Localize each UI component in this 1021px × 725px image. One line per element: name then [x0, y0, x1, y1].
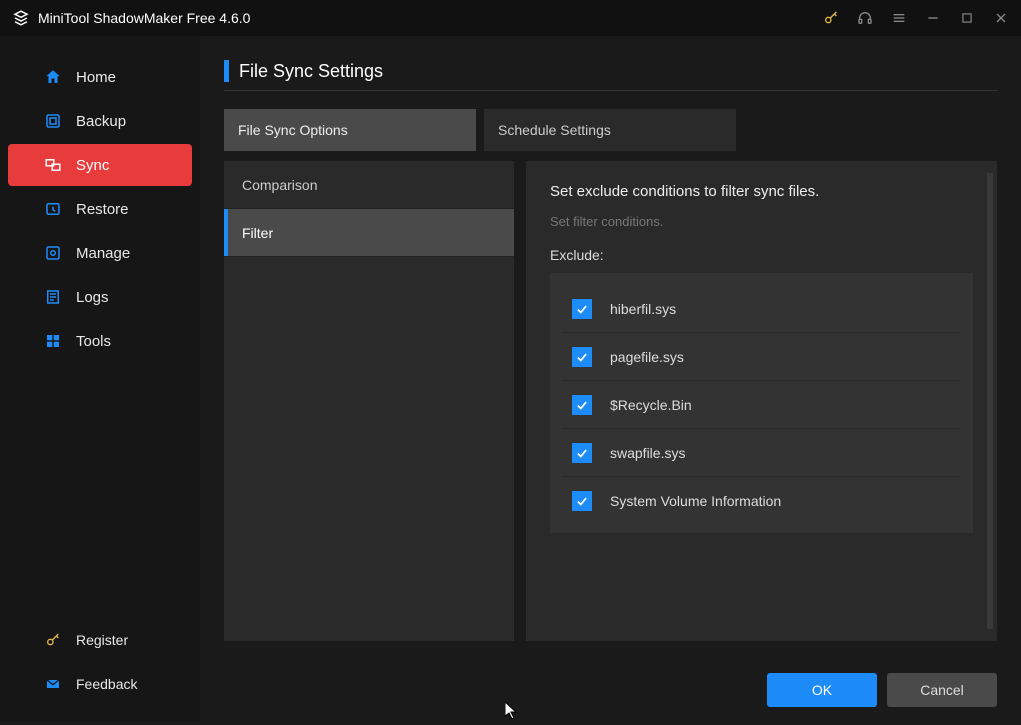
- tabs: File Sync Options Schedule Settings: [224, 109, 997, 151]
- sidebar: Home Backup Sync Restore Manage Logs Too…: [0, 36, 200, 721]
- sidebar-item-label: Tools: [76, 333, 111, 350]
- exclude-item-label: hiberfil.sys: [610, 301, 676, 317]
- checkbox-checked-icon[interactable]: [572, 491, 592, 511]
- sidebar-item-label: Register: [76, 632, 128, 648]
- app-logo-icon: [12, 9, 30, 27]
- dialog-footer: OK Cancel: [767, 673, 997, 707]
- exclude-row[interactable]: $Recycle.Bin: [562, 381, 961, 429]
- exclude-row[interactable]: swapfile.sys: [562, 429, 961, 477]
- panels: Comparison Filter Set exclude conditions…: [224, 161, 997, 641]
- sidebar-item-register[interactable]: Register: [8, 619, 192, 661]
- checkbox-checked-icon[interactable]: [572, 299, 592, 319]
- filter-panel: Set exclude conditions to filter sync fi…: [526, 161, 997, 641]
- backup-icon: [44, 112, 62, 130]
- app-title: MiniTool ShadowMaker Free 4.6.0: [38, 10, 823, 26]
- titlebar-actions: [823, 10, 1009, 26]
- exclude-list: hiberfil.sys pagefile.sys $Recycle.Bin s…: [550, 273, 973, 533]
- sidebar-item-label: Restore: [76, 201, 129, 218]
- menu-icon[interactable]: [891, 10, 907, 26]
- sidebar-item-feedback[interactable]: Feedback: [8, 663, 192, 705]
- tab-file-sync-options[interactable]: File Sync Options: [224, 109, 476, 151]
- sidebar-item-home[interactable]: Home: [8, 56, 192, 98]
- sidebar-item-tools[interactable]: Tools: [8, 320, 192, 362]
- scrollbar[interactable]: [987, 173, 993, 629]
- cancel-button[interactable]: Cancel: [887, 673, 997, 707]
- tab-schedule-settings[interactable]: Schedule Settings: [484, 109, 736, 151]
- exclude-item-label: System Volume Information: [610, 493, 781, 509]
- exclude-item-label: swapfile.sys: [610, 445, 685, 461]
- headphones-icon[interactable]: [857, 10, 873, 26]
- checkbox-checked-icon[interactable]: [572, 395, 592, 415]
- subnav-item-filter[interactable]: Filter: [224, 209, 514, 257]
- key-icon: [44, 631, 62, 649]
- button-label: Cancel: [920, 682, 964, 698]
- page-heading-row: File Sync Settings: [224, 60, 997, 91]
- page-title: File Sync Settings: [239, 61, 383, 82]
- close-icon[interactable]: [993, 10, 1009, 26]
- sidebar-item-label: Manage: [76, 245, 130, 262]
- ok-button[interactable]: OK: [767, 673, 877, 707]
- checkbox-checked-icon[interactable]: [572, 443, 592, 463]
- tab-label: Schedule Settings: [498, 122, 611, 138]
- subnav-label: Filter: [242, 225, 273, 241]
- heading-accent: [224, 60, 229, 82]
- exclude-row[interactable]: pagefile.sys: [562, 333, 961, 381]
- content: File Sync Settings File Sync Options Sch…: [200, 36, 1021, 721]
- sync-icon: [44, 156, 62, 174]
- home-icon: [44, 68, 62, 86]
- sidebar-item-logs[interactable]: Logs: [8, 276, 192, 318]
- checkbox-checked-icon[interactable]: [572, 347, 592, 367]
- sidebar-item-sync[interactable]: Sync: [8, 144, 192, 186]
- sidebar-item-backup[interactable]: Backup: [8, 100, 192, 142]
- restore-icon: [44, 200, 62, 218]
- titlebar: MiniTool ShadowMaker Free 4.6.0: [0, 0, 1021, 36]
- sidebar-item-label: Sync: [76, 157, 109, 174]
- manage-icon: [44, 244, 62, 262]
- exclude-label: Exclude:: [550, 247, 973, 263]
- sidebar-item-manage[interactable]: Manage: [8, 232, 192, 274]
- panel-headline: Set exclude conditions to filter sync fi…: [550, 183, 973, 200]
- sidebar-item-label: Home: [76, 69, 116, 86]
- minimize-icon[interactable]: [925, 10, 941, 26]
- sidebar-item-label: Backup: [76, 113, 126, 130]
- subnav: Comparison Filter: [224, 161, 514, 641]
- exclude-row[interactable]: hiberfil.sys: [562, 285, 961, 333]
- tab-label: File Sync Options: [238, 122, 348, 138]
- sidebar-item-label: Feedback: [76, 676, 137, 692]
- exclude-item-label: pagefile.sys: [610, 349, 684, 365]
- mail-icon: [44, 675, 62, 693]
- exclude-row[interactable]: System Volume Information: [562, 477, 961, 525]
- tools-icon: [44, 332, 62, 350]
- button-label: OK: [812, 682, 832, 698]
- logs-icon: [44, 288, 62, 306]
- panel-subtext: Set filter conditions.: [550, 214, 973, 229]
- sidebar-item-restore[interactable]: Restore: [8, 188, 192, 230]
- subnav-label: Comparison: [242, 177, 317, 193]
- key-icon[interactable]: [823, 10, 839, 26]
- maximize-icon[interactable]: [959, 10, 975, 26]
- subnav-item-comparison[interactable]: Comparison: [224, 161, 514, 209]
- sidebar-item-label: Logs: [76, 289, 109, 306]
- exclude-item-label: $Recycle.Bin: [610, 397, 692, 413]
